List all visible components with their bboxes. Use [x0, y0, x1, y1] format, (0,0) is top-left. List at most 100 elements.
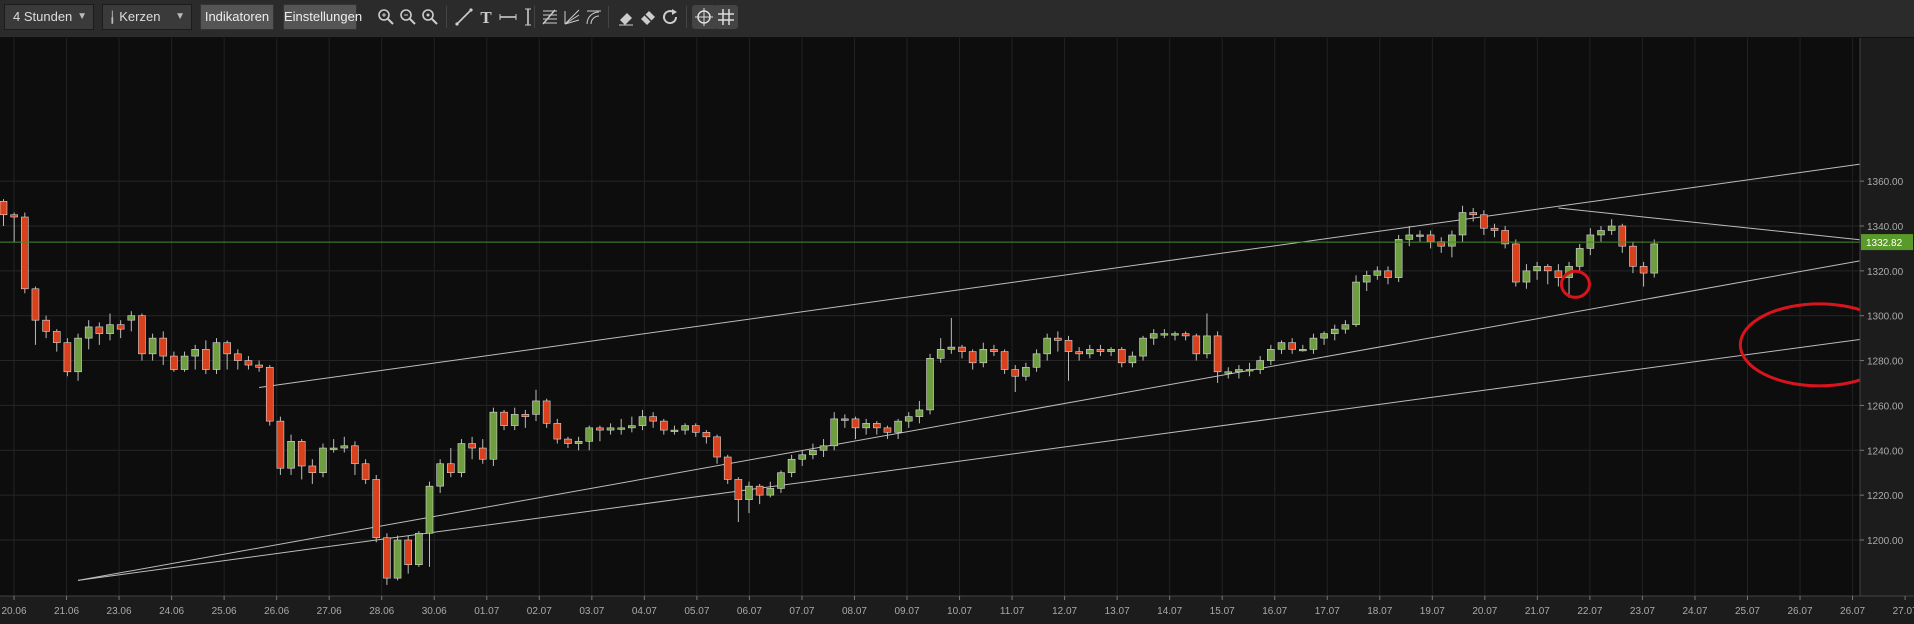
candle-up [1597, 230, 1605, 236]
candlestick-chart[interactable]: 1200.00 1220.00 1240.00 1260.00 1280.00 1300.… [0, 38, 1914, 624]
candle-down [1117, 349, 1126, 364]
candle-down [383, 537, 391, 579]
candle-up [628, 425, 636, 429]
candle-down [372, 479, 381, 539]
candle-up [1299, 349, 1307, 352]
zoom-out-icon[interactable] [396, 5, 420, 29]
refresh-icon[interactable] [658, 5, 682, 29]
candle-down [734, 479, 743, 500]
candle-down [1288, 342, 1296, 350]
candle-up [1533, 266, 1541, 272]
candle-down [0, 201, 8, 216]
toolbar-divider [608, 6, 609, 28]
x-tick-label: 25.06 [212, 606, 237, 617]
candle-up [1362, 275, 1371, 283]
x-tick-label: 02.07 [527, 606, 552, 617]
candle-down [63, 342, 72, 373]
candle-down [10, 214, 18, 218]
zoom-reset-icon[interactable] [418, 5, 442, 29]
candle-down [223, 342, 231, 355]
candle-up [1139, 337, 1147, 357]
candle-down [244, 360, 253, 366]
x-tick-label: 12.07 [1052, 606, 1077, 617]
candle-up [1522, 270, 1531, 283]
zoom-in-icon[interactable] [374, 5, 398, 29]
y-tick-label: 1360.00 [1867, 177, 1904, 188]
x-tick-label: 25.07 [1735, 606, 1760, 617]
text-tool-icon[interactable]: T [474, 5, 498, 29]
timeframe-select[interactable]: 4 Stunden ▼ [4, 4, 94, 30]
candle-down [234, 353, 242, 361]
candle-down [1064, 340, 1073, 352]
candle-up [1022, 366, 1030, 377]
candle-up [457, 443, 466, 474]
candle-down [649, 416, 657, 422]
svg-text:T: T [480, 8, 492, 27]
candle-down [468, 443, 476, 449]
candle-up [393, 539, 402, 579]
fibonacci-fan-icon[interactable] [560, 5, 584, 29]
y-axis: 1200.00 1220.00 1240.00 1260.00 1280.00 1300.… [1859, 38, 1914, 624]
y-tick-label: 1260.00 [1867, 401, 1904, 412]
eraser-icon[interactable] [614, 5, 638, 29]
x-tick-label: 28.06 [369, 606, 394, 617]
x-tick-label: 04.07 [632, 606, 657, 617]
indicators-button[interactable]: Indikatoren [200, 4, 274, 30]
candle-up [915, 409, 924, 417]
candle-up [106, 324, 114, 334]
toolbar-divider [686, 6, 687, 28]
candle-down [1629, 245, 1637, 267]
candle-up [1330, 328, 1339, 334]
eraser-all-icon[interactable] [636, 5, 660, 29]
vertical-line-icon[interactable] [516, 5, 540, 29]
candle-down [170, 355, 178, 370]
x-tick-label: 21.06 [54, 606, 79, 617]
candle-down [553, 423, 562, 440]
x-tick-label: 27.07 [1893, 606, 1914, 617]
candle-down [500, 411, 508, 426]
x-tick-label: 23.07 [1630, 606, 1655, 617]
candle-up [894, 420, 902, 433]
candle-up [1086, 349, 1094, 355]
candle-down [713, 436, 721, 458]
candle-up [1235, 369, 1243, 373]
candle-up [319, 447, 327, 474]
trend-line-icon[interactable] [452, 5, 476, 29]
candle-up [1171, 333, 1179, 336]
candle-up [947, 346, 956, 350]
candle-down [202, 349, 210, 370]
crosshair-icon[interactable] [692, 5, 716, 29]
grid-icon[interactable] [714, 5, 738, 29]
chart-style-select[interactable]: ╽ Kerzen ▼ [102, 4, 192, 30]
candle-down [1000, 351, 1009, 370]
x-tick-label: 22.07 [1577, 606, 1602, 617]
candle-up [84, 326, 93, 339]
x-tick-label: 13.07 [1105, 606, 1130, 617]
fibonacci-icon[interactable] [538, 5, 562, 29]
candle-up [1245, 369, 1254, 372]
candle-up [1394, 239, 1403, 278]
candle-up [841, 418, 849, 421]
x-tick-label: 14.07 [1157, 606, 1182, 617]
x-tick-label: 26.07 [1840, 606, 1865, 617]
candle-down [1096, 349, 1105, 352]
candle-down [958, 346, 966, 352]
fibonacci-arc-icon[interactable] [582, 5, 606, 29]
candle-up [777, 472, 785, 489]
candle-up [681, 425, 689, 431]
candle-down [968, 351, 977, 364]
y-tick-label: 1220.00 [1867, 491, 1904, 502]
candle-down [52, 331, 61, 343]
x-tick-label: 27.06 [317, 606, 342, 617]
candle-up [670, 429, 679, 432]
x-tick-label: 26.07 [1788, 606, 1813, 617]
chart-style-value: Kerzen [119, 9, 161, 24]
x-tick-label: 20.07 [1472, 606, 1497, 617]
candle-up [1043, 337, 1051, 355]
candle-up [329, 447, 338, 450]
candle-down [446, 463, 455, 474]
chart-background [0, 38, 1914, 624]
candle-up [936, 349, 945, 359]
settings-button[interactable]: Einstellungen [283, 4, 362, 30]
candle-down [1192, 335, 1201, 355]
